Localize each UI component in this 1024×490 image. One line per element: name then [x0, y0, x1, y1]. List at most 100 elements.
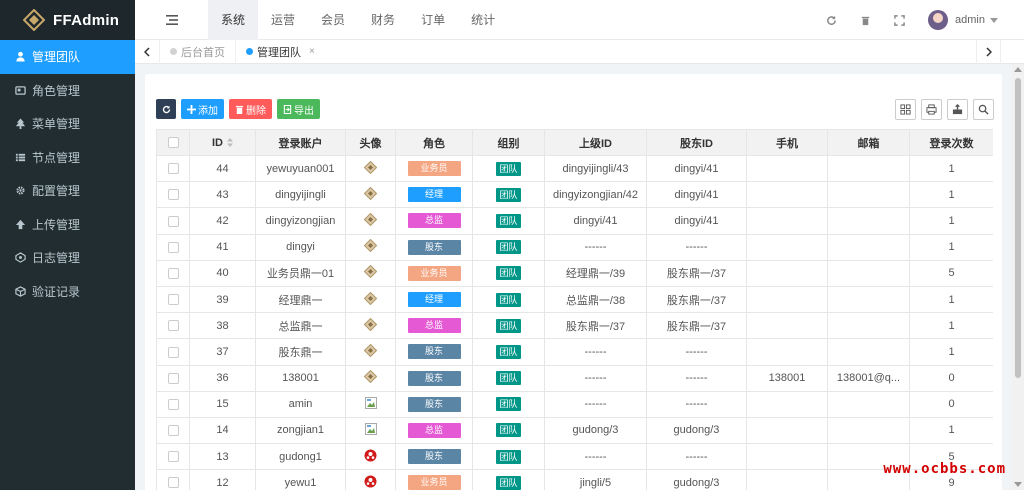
print-button[interactable] — [921, 99, 942, 120]
sidebar-item-6[interactable]: 日志管理 — [0, 241, 135, 275]
table-row[interactable]: 41 dingyi 股东 团队 ------ ------ 1 — [156, 233, 993, 261]
cell-account: 经理鼎一 — [255, 285, 346, 314]
table-row[interactable]: 15 amin 股东 团队 ------ ------ 0 — [156, 390, 993, 418]
avatar-image-icon[interactable] — [364, 449, 377, 465]
table-row[interactable]: 12 yewu1 业务员 团队 jingli/5 gudong/3 9 — [156, 469, 993, 490]
cell-email — [827, 154, 910, 183]
avatar-image-icon[interactable] — [363, 186, 378, 203]
table-row[interactable]: 14 zongjian1 总监 团队 gudong/3 gudong/3 1 — [156, 416, 993, 445]
row-checkbox[interactable] — [167, 451, 179, 463]
avatar-image-icon[interactable] — [363, 369, 378, 386]
user-avatar[interactable] — [928, 10, 949, 30]
logo[interactable]: FFAdmin — [0, 0, 135, 40]
scroll-up-icon[interactable] — [1014, 67, 1022, 72]
select-all-checkbox[interactable] — [167, 137, 179, 149]
sidebar-item-2[interactable]: 菜单管理 — [0, 107, 135, 141]
row-select-cell[interactable] — [156, 364, 190, 392]
row-checkbox[interactable] — [167, 477, 179, 489]
tab-scroll-left-button[interactable] — [135, 40, 159, 64]
table-header-row: ID 登录账户 头像 角色 组别 上级ID 股东ID 手机 邮箱 登录次数 — [156, 129, 993, 156]
row-select-cell[interactable] — [156, 181, 190, 209]
sidebar-item-3[interactable]: 节点管理 — [0, 141, 135, 175]
table-row[interactable]: 39 经理鼎一 经理 团队 总监鼎一/38 股东鼎一/37 1 — [156, 285, 993, 314]
export-tool-button[interactable] — [947, 99, 968, 120]
export-button[interactable]: 导出 — [277, 99, 320, 119]
topnav-item-5[interactable]: 统计 — [458, 0, 508, 40]
row-checkbox[interactable] — [167, 267, 179, 279]
row-select-cell[interactable] — [156, 390, 190, 418]
avatar-image-icon[interactable] — [363, 265, 378, 281]
sidebar-item-1[interactable]: 角色管理 — [0, 74, 135, 108]
row-select-cell[interactable] — [156, 443, 190, 471]
avatar-image-icon[interactable] — [364, 396, 377, 412]
select-all-cell[interactable] — [156, 129, 190, 156]
row-select-cell[interactable] — [156, 259, 190, 287]
row-select-cell[interactable] — [156, 233, 190, 261]
sort-icon[interactable] — [227, 138, 233, 148]
table-row[interactable]: 40 业务员鼎一01 业务员 团队 经理鼎一/39 股东鼎一/37 5 — [156, 259, 993, 287]
refresh-button[interactable] — [814, 0, 848, 40]
topnav-item-0[interactable]: 系统 — [208, 0, 259, 40]
tab-options-button[interactable] — [1000, 40, 1024, 64]
table-row[interactable]: 44 yewuyuan001 业务员 团队 dingyijingli/43 dingyi/… — [156, 154, 993, 183]
row-checkbox[interactable] — [167, 189, 179, 201]
row-select-cell[interactable] — [156, 285, 190, 314]
tab-scroll-right-button[interactable] — [976, 40, 1000, 64]
row-select-cell[interactable] — [156, 207, 190, 235]
avatar-image-icon[interactable] — [363, 212, 378, 229]
reload-button[interactable] — [156, 99, 176, 119]
row-checkbox[interactable] — [167, 320, 179, 332]
scrollbar-thumb[interactable] — [1015, 78, 1021, 378]
avatar-image-icon[interactable] — [364, 422, 377, 438]
scroll-down-icon[interactable] — [1014, 482, 1022, 487]
topnav-item-3[interactable]: 财务 — [358, 0, 408, 40]
row-select-cell[interactable] — [156, 469, 190, 490]
topnav-item-4[interactable]: 订单 — [408, 0, 458, 40]
table-row[interactable]: 38 总监鼎一 总监 团队 股东鼎一/37 股东鼎一/37 1 — [156, 312, 993, 340]
clear-cache-button[interactable] — [848, 0, 882, 40]
avatar-image-icon[interactable] — [363, 238, 378, 255]
row-checkbox[interactable] — [167, 372, 179, 384]
avatar-image-icon[interactable] — [363, 160, 378, 177]
avatar-image-icon[interactable] — [363, 317, 378, 334]
add-button[interactable]: 添加 — [181, 99, 224, 119]
table-row[interactable]: 36 138001 股东 团队 ------ ------ 138001 138001@q..… — [156, 364, 993, 392]
row-select-cell[interactable] — [156, 338, 190, 366]
row-checkbox[interactable] — [167, 215, 179, 227]
avatar-image-icon[interactable] — [363, 291, 378, 308]
avatar-image-icon[interactable] — [363, 343, 378, 360]
columns-filter-button[interactable] — [895, 99, 916, 120]
user-name[interactable]: admin — [955, 14, 985, 26]
page-scrollbar[interactable] — [1012, 64, 1024, 490]
topnav-item-1[interactable]: 运营 — [258, 0, 308, 40]
table-row[interactable]: 43 dingyijingli 经理 团队 dingyizongjian/42 dingy… — [156, 181, 993, 209]
menu-toggle-button[interactable] — [135, 0, 208, 40]
table-row[interactable]: 37 股东鼎一 股东 团队 ------ ------ 1 — [156, 338, 993, 366]
delete-button[interactable]: 删除 — [229, 99, 272, 119]
sidebar-item-7[interactable]: 验证记录 — [0, 275, 135, 309]
fullscreen-button[interactable] — [882, 0, 916, 40]
row-checkbox[interactable] — [167, 398, 179, 410]
tab-home[interactable]: 后台首页 — [159, 39, 235, 64]
row-checkbox[interactable] — [167, 425, 179, 437]
table-row[interactable]: 13 gudong1 股东 团队 ------ ------ 5 — [156, 443, 993, 471]
row-checkbox[interactable] — [167, 241, 179, 253]
topnav-item-2[interactable]: 会员 — [308, 0, 358, 40]
sidebar-item-5[interactable]: 上传管理 — [0, 208, 135, 242]
sidebar-item-4[interactable]: 配置管理 — [0, 174, 135, 208]
row-select-cell[interactable] — [156, 416, 190, 445]
row-checkbox[interactable] — [167, 294, 179, 306]
avatar-image-icon[interactable] — [364, 475, 377, 490]
row-checkbox[interactable] — [167, 163, 179, 175]
tab-close-icon[interactable]: × — [309, 46, 315, 57]
column-header-login-count: 登录次数 — [909, 129, 993, 156]
row-checkbox[interactable] — [167, 346, 179, 358]
tab-team-management[interactable]: 管理团队 × — [235, 39, 325, 64]
row-select-cell[interactable] — [156, 154, 190, 183]
column-header-id[interactable]: ID — [189, 129, 256, 156]
sidebar-item-0[interactable]: 管理团队 — [0, 40, 135, 74]
search-button[interactable] — [973, 99, 994, 120]
row-select-cell[interactable] — [156, 312, 190, 340]
table-row[interactable]: 42 dingyizongjian 总监 团队 dingyi/41 dingyi/41 1 — [156, 207, 993, 235]
user-dropdown-caret-icon[interactable] — [990, 17, 998, 23]
